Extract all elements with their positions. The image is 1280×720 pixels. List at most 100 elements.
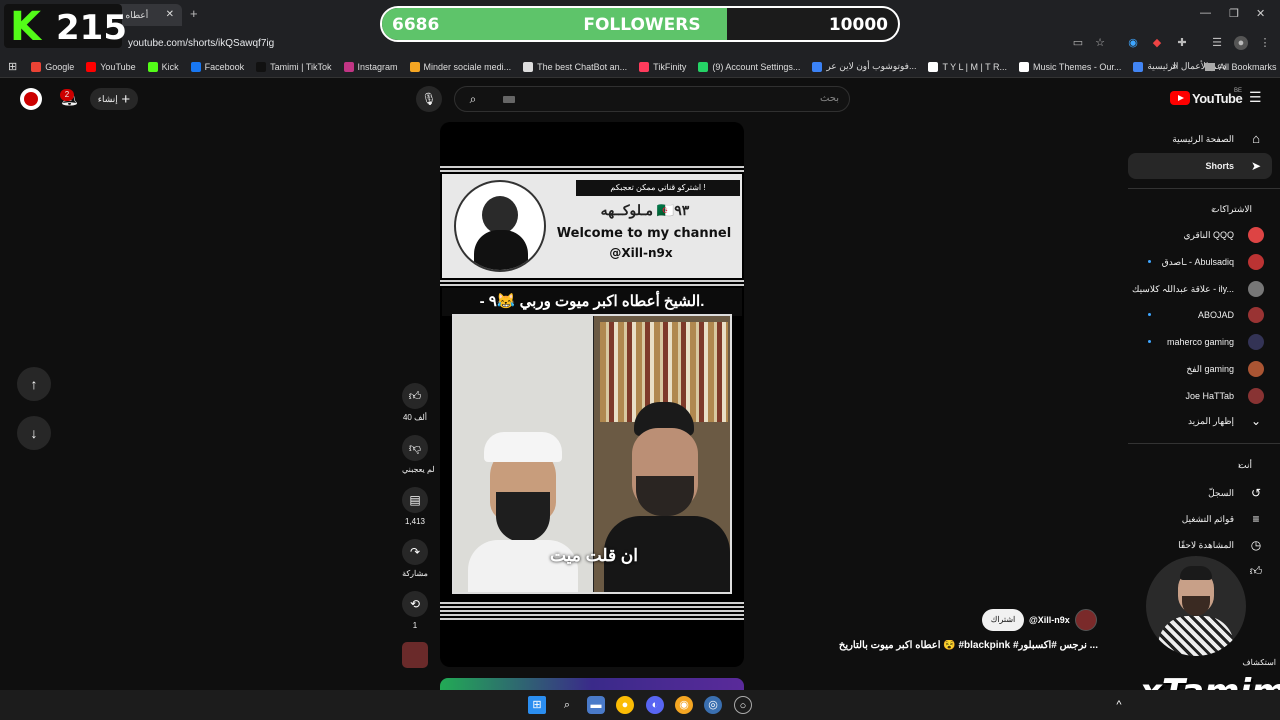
profile-avatar[interactable]: ● — [1234, 36, 1248, 50]
youtube-logo-icon[interactable] — [1170, 91, 1190, 105]
sidebar-subscription-item[interactable]: ـاصدق - Abulsadiq — [1128, 249, 1280, 275]
clock-icon: ◷ — [1250, 538, 1262, 552]
bookmark-item[interactable]: Music Themes - Our... — [1019, 61, 1121, 72]
bookmark-item[interactable]: Kick — [147, 61, 179, 72]
comment-button[interactable]: ▤ — [402, 487, 428, 513]
bookmark-item[interactable]: TikFinity — [639, 61, 686, 72]
previous-short-button[interactable]: ↑ — [17, 367, 51, 401]
app-icon[interactable]: ◉ — [675, 696, 693, 714]
bookmark-item[interactable]: Tamimi | TikTok — [256, 61, 332, 72]
sidebar-subscription-item[interactable]: الفخ gaming — [1128, 356, 1280, 382]
remix-button[interactable]: ⟲ — [402, 591, 428, 617]
window-close-icon[interactable]: ✕ — [1256, 7, 1265, 20]
bookmark-item[interactable]: Facebook — [190, 61, 244, 72]
tray-chevron-up-icon[interactable]: ^ — [1110, 696, 1128, 714]
plus-icon: + — [121, 90, 131, 108]
bookmark-star-icon[interactable]: ☆ — [1093, 36, 1107, 50]
bookmark-item[interactable]: فوتوشوب أون لاين عر... — [812, 61, 916, 72]
banner-welcome: Welcome to my channel — [556, 226, 732, 241]
file-explorer-icon[interactable]: ▬ — [587, 696, 605, 714]
sidebar-item-home[interactable]: الصفحة الرئيسية ⌂ — [1128, 126, 1280, 152]
bookmark-item[interactable]: T Y L | M | T R... — [928, 61, 1007, 72]
new-content-dot — [1148, 313, 1151, 317]
hamburger-menu-icon[interactable]: ☰ — [1249, 89, 1262, 106]
subscriptions-title[interactable]: الاشتراكات — [1211, 204, 1252, 215]
chevron-right-icon: › — [1238, 460, 1241, 470]
app-icon[interactable]: ◎ — [704, 696, 722, 714]
history-icon: ↺ — [1250, 486, 1262, 500]
keyboard-icon[interactable] — [503, 96, 515, 103]
home-icon: ⌂ — [1252, 131, 1260, 146]
sidebar-item-playlists[interactable]: قوائم التشغيل ≡ — [1128, 506, 1280, 532]
all-bookmarks-folder[interactable]: All Bookmarks — [1205, 62, 1277, 72]
minimize-icon[interactable]: — — [1200, 7, 1211, 19]
remix-action: ⟲ 1 — [402, 591, 428, 630]
extension-icon[interactable]: ◉ — [1126, 36, 1140, 50]
voice-search-mic-icon[interactable]: 🎙︎ — [416, 86, 442, 112]
shorts-video-player[interactable]: اشتركو قناتي ممكن تعجبكم ! مـلوكــهه 🇩🇿٩… — [440, 122, 744, 667]
shorts-icon: ➤ — [1250, 159, 1262, 173]
kick-logo: K — [10, 4, 41, 50]
channel-handle[interactable]: @Xill-n9x — [1029, 615, 1070, 625]
windows-start-icon[interactable]: ⊞ — [528, 696, 546, 714]
bookmark-item[interactable]: Minder sociale medi... — [409, 61, 511, 72]
tab-close-icon[interactable]: ✕ — [166, 9, 174, 20]
sidebar-item-history[interactable]: السجلّ ↺ — [1128, 480, 1280, 506]
extensions-puzzle-icon[interactable]: ✚ — [1175, 36, 1189, 50]
like-action: 👍︎ 40 ألف — [402, 383, 428, 422]
search-icon[interactable]: ⌕ — [461, 89, 485, 109]
like-button[interactable]: 👍︎ — [402, 383, 428, 409]
search-icon[interactable]: ⌕ — [558, 696, 576, 714]
bookmark-favicon-icon — [928, 61, 939, 72]
channel-avatar[interactable] — [1075, 609, 1097, 631]
new-tab-icon[interactable]: + — [190, 6, 198, 21]
apps-grid-icon[interactable]: ⊞ — [8, 60, 17, 73]
next-short-preview[interactable] — [440, 678, 744, 690]
browser-menu-icon[interactable]: ⋮ — [1258, 36, 1272, 50]
share-button[interactable]: ↷ — [402, 539, 428, 565]
dislike-button[interactable]: 👎︎ — [402, 435, 428, 461]
channel-avatar — [1248, 387, 1264, 404]
bookmark-favicon-icon — [190, 61, 201, 72]
remix-count: 1 — [412, 621, 418, 630]
sidebar-subscription-item[interactable]: ABOJAD — [1128, 302, 1280, 328]
address-input[interactable]: youtube.com/shorts/ikQSawqf7ig — [128, 38, 274, 49]
bookmarks-overflow-icon[interactable]: » — [1172, 61, 1178, 72]
chrome-icon[interactable]: ● — [616, 696, 634, 714]
discord-icon[interactable]: ◐ — [646, 696, 664, 714]
search-input[interactable]: ⌕ بحث — [454, 86, 850, 112]
restore-icon[interactable]: ❐ — [1229, 7, 1239, 20]
cast-icon[interactable]: ▭ — [1071, 36, 1085, 50]
sidebar-subscription-item[interactable]: الناقري QQQ — [1128, 222, 1280, 248]
reading-list-icon[interactable]: ☰ — [1210, 36, 1224, 50]
bookmark-item[interactable]: Instagram — [343, 61, 398, 72]
extension-icon[interactable]: ◆ — [1150, 36, 1164, 50]
video-description[interactable]: أعطاه اكبر ميوت بالتاريخ 😵 #blackpink #ن… — [780, 640, 1098, 651]
sidebar-subscription-item[interactable]: maherco gaming — [1128, 329, 1280, 355]
webcam-overlay — [1146, 556, 1246, 656]
region-code: BE — [1234, 88, 1243, 94]
sound-thumbnail[interactable] — [402, 642, 428, 668]
create-button[interactable]: إنشاء + — [90, 88, 138, 110]
sidebar-subscription-item[interactable]: Joe HaTTab — [1128, 383, 1280, 409]
bookmark-favicon-icon — [31, 61, 42, 72]
obs-icon[interactable]: ○ — [734, 696, 752, 714]
bookmark-item[interactable]: YouTube — [86, 61, 136, 72]
channel-avatar — [1248, 361, 1264, 377]
next-short-button[interactable]: ↓ — [17, 416, 51, 450]
bookmark-item[interactable]: (9) Account Settings... — [698, 61, 800, 72]
sidebar-subscription-item[interactable]: علاقة عبداللہ كلاسيك - ily... — [1128, 276, 1280, 302]
account-avatar[interactable] — [20, 88, 42, 110]
comment-count: 1,413 — [404, 517, 426, 526]
bookmark-item[interactable]: The best ChatBot an... — [523, 61, 627, 72]
like-count: 40 ألف — [402, 413, 428, 422]
new-content-dot — [1148, 340, 1151, 344]
banner-top-text: اشتركو قناتي ممكن تعجبكم ! — [576, 180, 740, 196]
bookmark-favicon-icon — [256, 61, 267, 72]
sidebar-item-shorts[interactable]: Shorts ➤ — [1128, 153, 1272, 179]
subscribe-button[interactable]: اشتراك — [982, 609, 1024, 631]
playlists-icon: ≡ — [1252, 512, 1260, 526]
sidebar-item-watch-later[interactable]: المشاهدة لاحقًا ◷ — [1128, 532, 1280, 558]
sidebar-show-more[interactable]: إظهار المزيد ⌄ — [1128, 408, 1280, 434]
bookmark-item[interactable]: Google — [31, 61, 74, 72]
